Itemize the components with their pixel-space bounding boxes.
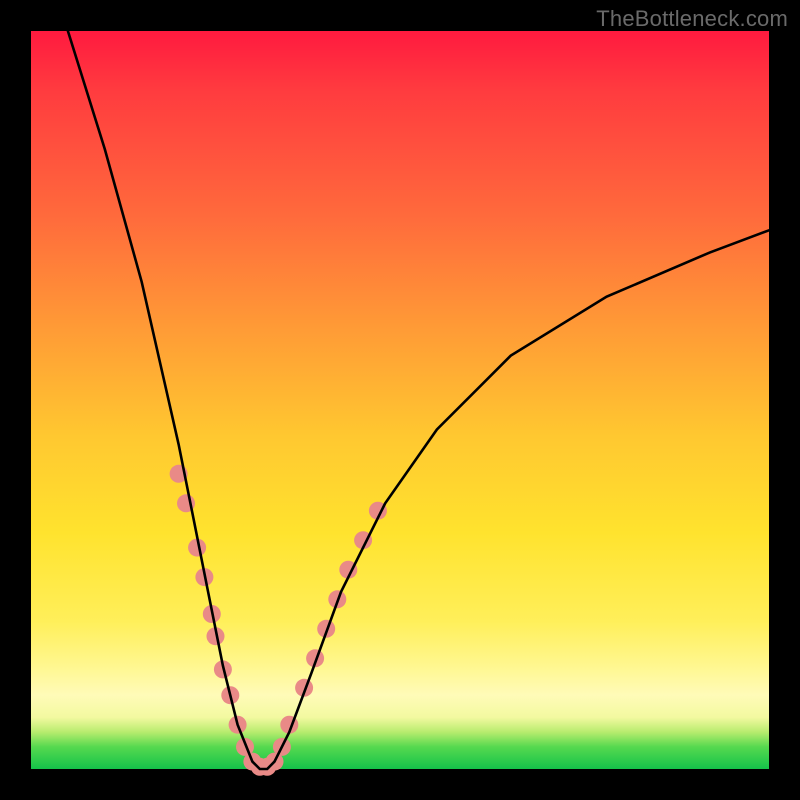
chart-frame: TheBottleneck.com	[0, 0, 800, 800]
chart-svg	[31, 31, 769, 769]
bottleneck-curve	[68, 31, 769, 769]
watermark-text: TheBottleneck.com	[596, 6, 788, 32]
marker-layer	[170, 465, 387, 776]
plot-area	[31, 31, 769, 769]
